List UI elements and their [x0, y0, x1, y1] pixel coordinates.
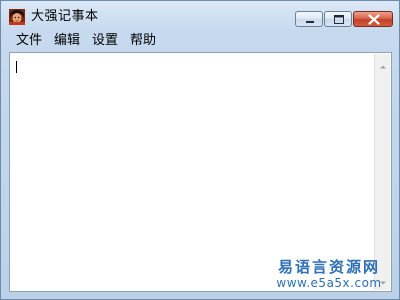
maximize-icon [334, 15, 344, 24]
menu-settings[interactable]: 设置 [92, 32, 118, 50]
app-window: 大强记事本 文件 编辑 设置 帮助 易语言资源网 www.e5a5x.com [0, 0, 400, 300]
menu-help[interactable]: 帮助 [130, 32, 156, 50]
close-icon [368, 14, 380, 25]
text-cursor [16, 61, 17, 73]
site-watermark: 易语言资源网 www.e5a5x.com [269, 258, 389, 291]
title-bar[interactable]: 大强记事本 [1, 1, 399, 31]
editor-container [9, 52, 392, 292]
vertical-scrollbar[interactable] [374, 54, 390, 290]
watermark-url: www.e5a5x.com [276, 276, 382, 290]
minimize-button[interactable] [295, 11, 323, 27]
menu-file[interactable]: 文件 [16, 32, 42, 50]
app-avatar-icon[interactable] [9, 9, 25, 25]
menu-bar: 文件 编辑 设置 帮助 [9, 32, 391, 50]
menu-edit[interactable]: 编辑 [54, 32, 80, 50]
scroll-up-arrow-icon[interactable] [377, 58, 389, 70]
close-button[interactable] [353, 11, 393, 27]
minimize-icon [306, 21, 314, 23]
maximize-button[interactable] [324, 11, 352, 27]
watermark-title: 易语言资源网 [277, 258, 380, 276]
window-title: 大强记事本 [31, 9, 99, 24]
editor-textarea[interactable] [11, 54, 374, 290]
